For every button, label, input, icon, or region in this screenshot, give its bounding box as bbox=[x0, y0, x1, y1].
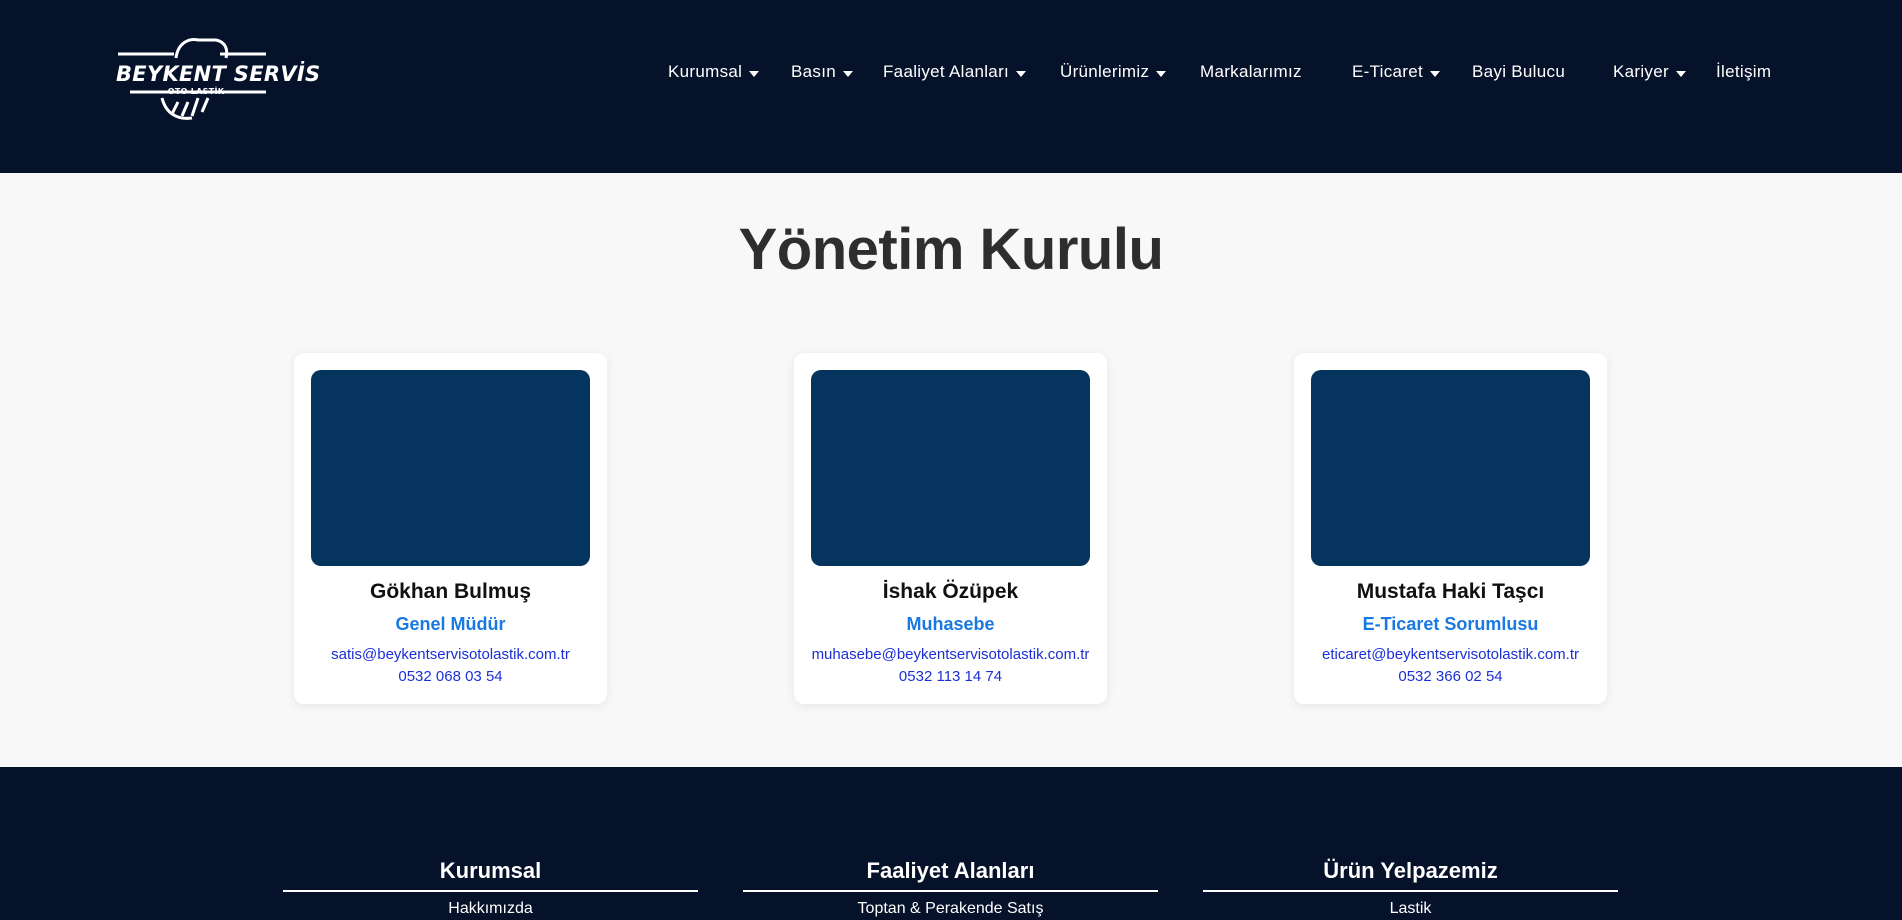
site-header: BEYKENT SERVİS OTO LASTİK Kurumsal Basın… bbox=[0, 0, 1902, 173]
member-email-link[interactable]: muhasebe@beykentservisotolastik.com.tr bbox=[794, 646, 1107, 663]
chevron-down-icon bbox=[749, 70, 760, 77]
logo-wordmark: BEYKENT SERVİS bbox=[116, 62, 321, 86]
nav-label: Faaliyet Alanları bbox=[883, 62, 1010, 81]
member-name: İshak Özüpek bbox=[882, 580, 1019, 603]
chevron-down-icon bbox=[842, 70, 853, 77]
member-phone-link[interactable]: 0532 068 03 54 bbox=[294, 668, 607, 685]
nav-label: E-Ticaret bbox=[1352, 62, 1424, 81]
member-card: Mustafa Haki Taşcı E-Ticaret Sorumlusu e… bbox=[1294, 353, 1607, 704]
member-photo bbox=[311, 370, 590, 566]
footer-link[interactable]: Toptan & Perakende Satış bbox=[743, 900, 1158, 918]
nav-e-ticaret[interactable]: E-Ticaret bbox=[1352, 60, 1441, 84]
member-photo bbox=[811, 370, 1090, 566]
site-footer: Kurumsal Hakkımızda Faaliyet Alanları To… bbox=[0, 767, 1902, 920]
nav-kurumsal[interactable]: Kurumsal bbox=[668, 60, 760, 84]
nav-iletisim[interactable]: İletişim bbox=[1716, 60, 1771, 84]
nav-label: İletişim bbox=[1716, 62, 1772, 81]
member-role: E-Ticaret Sorumlusu bbox=[1362, 614, 1539, 634]
nav-label: Markalarımız bbox=[1200, 62, 1302, 81]
member-phone-link[interactable]: 0532 366 02 54 bbox=[1294, 668, 1607, 685]
chevron-down-icon bbox=[1156, 70, 1167, 77]
chevron-down-icon bbox=[1675, 70, 1686, 77]
nav-basin[interactable]: Basın bbox=[791, 60, 853, 84]
member-photo bbox=[1311, 370, 1590, 566]
nav-markalarimiz[interactable]: Markalarımız bbox=[1200, 60, 1302, 84]
footer-link[interactable]: Lastik bbox=[1203, 900, 1618, 918]
member-name: Gökhan Bulmuş bbox=[369, 580, 532, 603]
member-email-link[interactable]: eticaret@beykentservisotolastik.com.tr bbox=[1294, 646, 1607, 663]
footer-column-title: Faaliyet Alanları bbox=[743, 858, 1158, 892]
member-email-link[interactable]: satis@beykentservisotolastik.com.tr bbox=[294, 646, 607, 663]
page-title: Yönetim Kurulu bbox=[738, 217, 1164, 282]
member-name: Mustafa Haki Taşcı bbox=[1356, 580, 1545, 603]
footer-column-kurumsal: Kurumsal Hakkımızda bbox=[283, 858, 698, 918]
footer-column-title: Ürün Yelpazemiz bbox=[1203, 858, 1618, 892]
nav-label: Kariyer bbox=[1613, 62, 1669, 81]
nav-faaliyet-alanlari[interactable]: Faaliyet Alanları bbox=[883, 60, 1027, 84]
nav-urunlerimiz[interactable]: Ürünlerimiz bbox=[1060, 60, 1167, 84]
footer-column-urun-yelpazemiz: Ürün Yelpazemiz Lastik bbox=[1203, 858, 1618, 918]
nav-bayi-bulucu[interactable]: Bayi Bulucu bbox=[1472, 60, 1565, 84]
member-role: Muhasebe bbox=[906, 614, 995, 634]
member-role: Genel Müdür bbox=[395, 614, 506, 634]
nav-label: Basın bbox=[791, 62, 836, 81]
footer-column-faaliyet-alanlari: Faaliyet Alanları Toptan & Perakende Sat… bbox=[743, 858, 1158, 918]
footer-column-title: Kurumsal bbox=[283, 858, 698, 892]
nav-kariyer[interactable]: Kariyer bbox=[1613, 60, 1686, 84]
logo-subtitle: OTO LASTİK bbox=[167, 87, 225, 96]
nav-label: Bayi Bulucu bbox=[1472, 62, 1566, 81]
nav-label: Ürünlerimiz bbox=[1060, 62, 1150, 81]
chevron-down-icon bbox=[1430, 70, 1441, 77]
member-phone-link[interactable]: 0532 113 14 74 bbox=[794, 668, 1107, 685]
footer-link[interactable]: Hakkımızda bbox=[283, 900, 698, 918]
brand-logo[interactable]: BEYKENT SERVİS OTO LASTİK bbox=[116, 36, 321, 122]
member-card: Gökhan Bulmuş Genel Müdür satis@beykents… bbox=[294, 353, 607, 704]
nav-label: Kurumsal bbox=[668, 62, 743, 81]
chevron-down-icon bbox=[1016, 70, 1027, 77]
member-card: İshak Özüpek Muhasebe muhasebe@beykentse… bbox=[794, 353, 1107, 704]
